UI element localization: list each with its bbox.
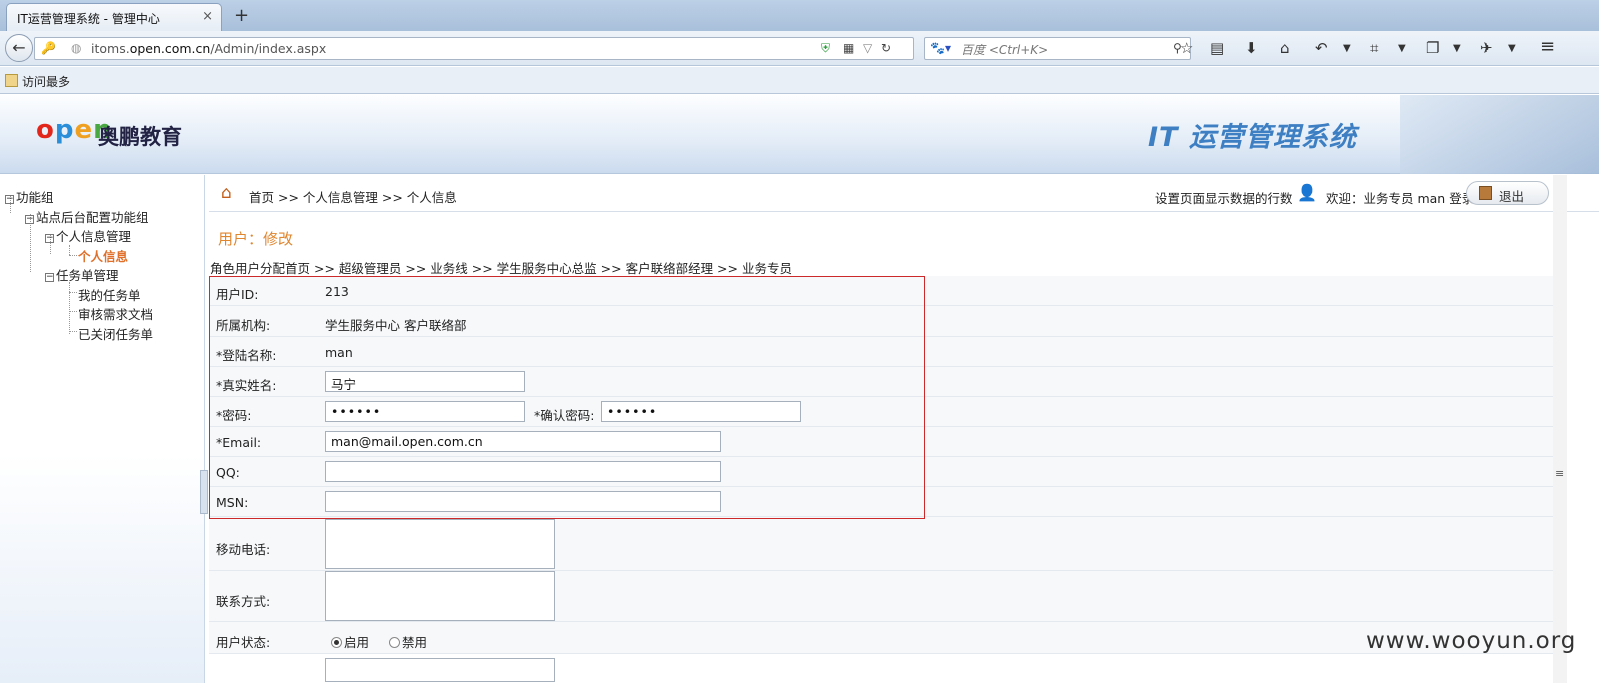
- shield-icon[interactable]: ⛨: [821, 41, 830, 56]
- collapse-icon[interactable]: −: [25, 215, 34, 224]
- browser-tab-bar: IT运营管理系统 - 管理中心 × +: [0, 0, 1599, 31]
- tree-item-tasks[interactable]: − 任务单管理: [45, 265, 119, 284]
- star-icon[interactable]: ☆: [1180, 39, 1193, 57]
- role-breadcrumb[interactable]: 角色用户分配首页 >> 超级管理员 >> 业务线 >> 学生服务中心总监 >> …: [210, 258, 792, 277]
- tree-label: 功能组: [16, 190, 54, 205]
- form-row: [209, 654, 1559, 683]
- radio-unchecked-icon[interactable]: [389, 637, 400, 648]
- contact-label: 联系方式:: [216, 594, 271, 609]
- bookmark-most-visited[interactable]: 访问最多: [22, 75, 70, 89]
- chevron-down-icon[interactable]: ▼: [1453, 43, 1461, 54]
- download-icon[interactable]: ⬇: [1245, 39, 1258, 57]
- row-setting-link[interactable]: 设置页面显示数据的行数: [1155, 188, 1293, 207]
- bookmark-bar: 访问最多: [0, 67, 1599, 94]
- logout-button[interactable]: 退出: [1466, 181, 1549, 205]
- tree-item-personal-info[interactable]: 个人信息: [78, 246, 128, 265]
- collapse-icon[interactable]: −: [45, 234, 54, 243]
- status-enabled-option[interactable]: 启用: [331, 632, 369, 651]
- chevron-down-icon[interactable]: ▼: [1398, 43, 1406, 54]
- status-enabled-label: 启用: [344, 635, 370, 650]
- breadcrumb[interactable]: 首页 >> 个人信息管理 >> 个人信息: [249, 187, 457, 206]
- new-tab-icon[interactable]: +: [234, 5, 249, 26]
- tree-line: [69, 292, 77, 293]
- status-disabled-option[interactable]: 禁用: [389, 632, 427, 651]
- close-icon[interactable]: ×: [202, 9, 213, 24]
- search-placeholder: 百度 <Ctrl+K>: [961, 43, 1049, 57]
- url-prefix: itoms.: [91, 41, 130, 56]
- tree-label: 个人信息管理: [56, 229, 132, 244]
- tree-line: [69, 255, 77, 256]
- browser-nav-bar: ← 🔑 ◍ itoms.open.com.cn/Admin/index.aspx…: [0, 31, 1599, 66]
- sidebar-toggle[interactable]: [200, 470, 208, 514]
- collapse-icon[interactable]: −: [45, 273, 54, 282]
- tree-item-personal[interactable]: − 个人信息管理: [45, 226, 131, 245]
- search-box[interactable]: 🐾▾ 百度 <Ctrl+K> ⚲: [924, 37, 1191, 60]
- collapse-icon[interactable]: −: [5, 195, 14, 204]
- highlight-box: [209, 276, 925, 519]
- header-decoration: [1400, 95, 1599, 174]
- back-arrow-icon[interactable]: ←: [5, 34, 33, 62]
- door-icon: [1479, 186, 1492, 200]
- tree-line: [69, 245, 70, 255]
- tree-item-my-tasks[interactable]: 我的任务单: [78, 285, 141, 304]
- tree-label: 任务单管理: [56, 268, 119, 283]
- page-title: 用户：修改: [218, 230, 294, 248]
- sidebar: − 功能组 − 站点后台配置功能组 − 个人信息管理 个人信息 − 任务单管理 我的任务…: [0, 175, 205, 683]
- form-row: 移动电话:: [209, 517, 1559, 571]
- radio-checked-icon[interactable]: [331, 637, 342, 648]
- user-icon: 👤: [1297, 183, 1317, 202]
- scrollbar[interactable]: ≡: [1553, 175, 1567, 683]
- mobile-textarea[interactable]: [325, 519, 555, 569]
- tree-item-review-docs[interactable]: 审核需求文档: [78, 304, 153, 323]
- watermark: www.wooyun.org: [1366, 628, 1577, 654]
- bookmark-folder-icon: [5, 74, 18, 87]
- menu-icon[interactable]: ≡: [1540, 36, 1555, 57]
- mobile-label: 移动电话:: [216, 542, 271, 557]
- tree-label: 站点后台配置功能组: [36, 210, 149, 225]
- tree-item-root[interactable]: − 功能组: [5, 187, 54, 206]
- status-disabled-label: 禁用: [402, 635, 428, 650]
- chevron-down-icon[interactable]: ▼: [1508, 43, 1516, 54]
- system-title: IT 运营管理系统: [1148, 122, 1357, 153]
- logout-label: 退出: [1499, 189, 1525, 204]
- url-host: open.com.cn: [129, 41, 211, 56]
- tree-line: [69, 282, 70, 334]
- tab-title: IT运营管理系统 - 管理中心: [17, 12, 160, 26]
- breadcrumb-bar: ⌂ 首页 >> 个人信息管理 >> 个人信息 设置页面显示数据的行数 👤 欢迎：…: [209, 175, 1599, 212]
- home-icon[interactable]: ⌂: [1280, 39, 1290, 57]
- tree-line: [69, 311, 77, 312]
- url-path: /Admin/index.aspx: [210, 41, 327, 56]
- site-header: open 奥鹏教育 IT 运营管理系统: [0, 95, 1599, 174]
- form-row: 用户状态: 启用 禁用: [209, 622, 1559, 654]
- browser-tab[interactable]: IT运营管理系统 - 管理中心 ×: [6, 3, 222, 31]
- tree-item-group[interactable]: − 站点后台配置功能组: [25, 207, 149, 226]
- addon-icon[interactable]: ✈: [1480, 39, 1493, 57]
- tree-line: [69, 331, 77, 332]
- form-row: 联系方式:: [209, 571, 1559, 622]
- contact-textarea[interactable]: [325, 571, 555, 621]
- qrcode-icon[interactable]: ▦: [843, 41, 854, 55]
- status-label: 用户状态:: [216, 635, 271, 650]
- globe-icon: ◍: [71, 41, 82, 55]
- chevron-down-icon[interactable]: ▼: [1343, 43, 1351, 54]
- reading-list-icon[interactable]: ▤: [1210, 39, 1224, 57]
- key-icon: 🔑: [41, 41, 56, 55]
- grip-icon[interactable]: ≡: [1555, 467, 1564, 480]
- crop-icon[interactable]: ⌗: [1370, 39, 1378, 57]
- dropdown-icon[interactable]: ▽: [863, 41, 872, 55]
- extra-field[interactable]: [325, 658, 555, 682]
- undo-icon[interactable]: ↶: [1315, 39, 1328, 57]
- reload-icon[interactable]: ↻: [881, 41, 891, 55]
- tree-item-closed-tasks[interactable]: 已关闭任务单: [78, 324, 153, 343]
- welcome-text: 欢迎：业务专员 man 登录: [1326, 191, 1475, 206]
- address-bar[interactable]: 🔑 ◍ itoms.open.com.cn/Admin/index.aspx ⛨…: [34, 37, 914, 60]
- window-icon[interactable]: ❐: [1426, 39, 1439, 57]
- baidu-icon[interactable]: 🐾▾: [930, 41, 951, 55]
- home-icon[interactable]: ⌂: [221, 183, 232, 203]
- logo-text: 奥鹏教育: [98, 125, 182, 149]
